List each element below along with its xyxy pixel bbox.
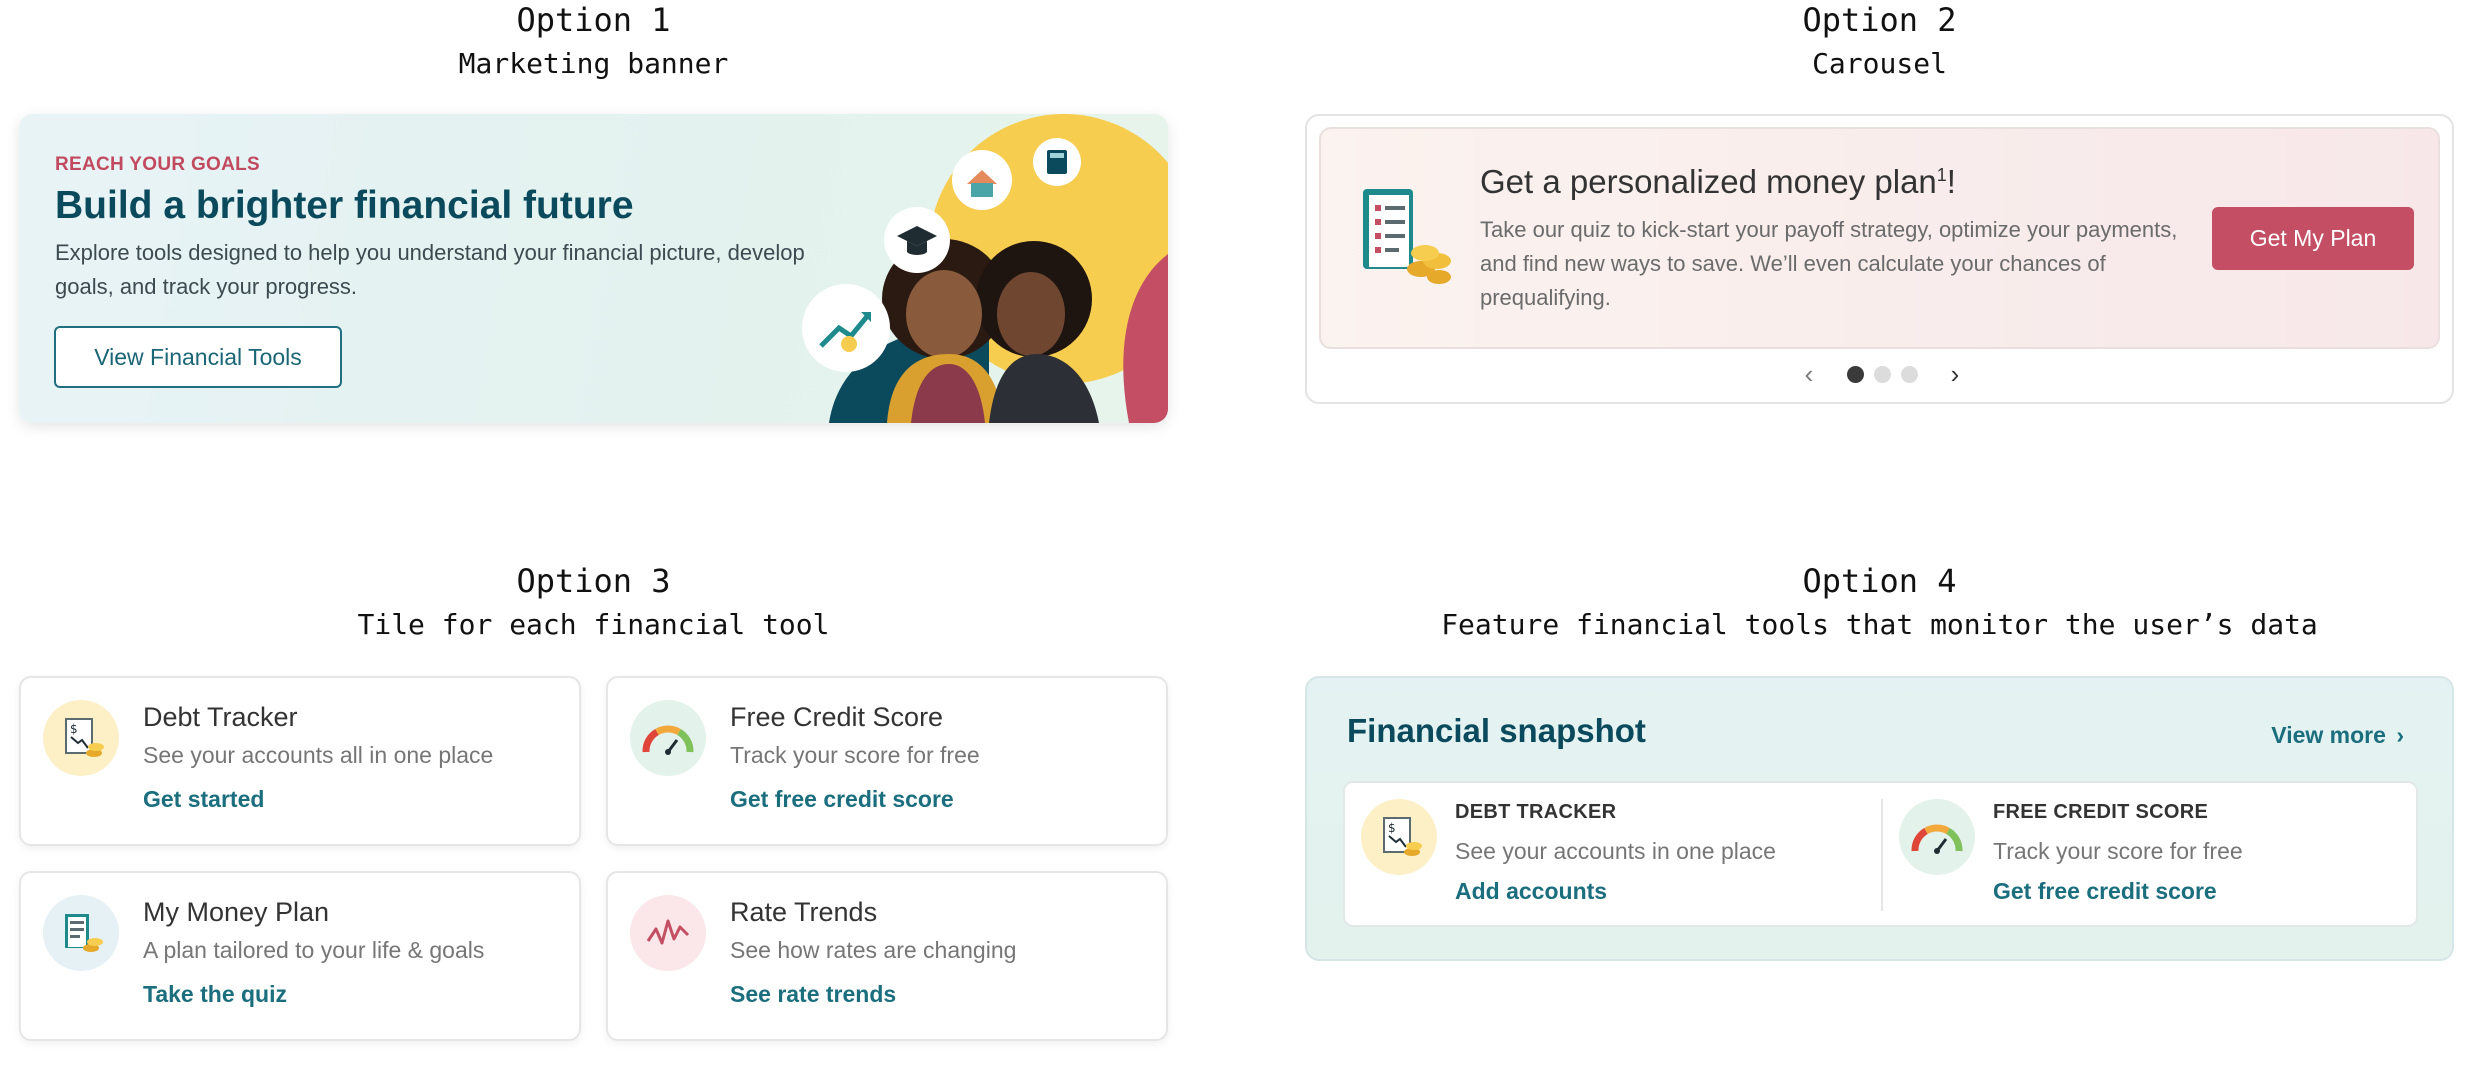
- carousel-pager: ‹ ›: [1797, 356, 1967, 392]
- see-rate-trends-link[interactable]: See rate trends: [730, 981, 896, 1008]
- slide-title: Get a personalized money plan1!: [1480, 163, 1956, 201]
- svg-text:$: $: [1388, 821, 1396, 835]
- rate-trends-icon: [630, 895, 706, 971]
- option2-heading: Option 2: [1802, 1, 1957, 39]
- tile-subtitle: See how rates are changing: [730, 937, 1017, 963]
- snapshot-item-subtitle: Track your score for free: [1993, 838, 2243, 864]
- chevron-right-icon[interactable]: ›: [1943, 359, 1967, 390]
- pager-dot-1[interactable]: [1846, 365, 1864, 383]
- tile-title: My Money Plan: [143, 897, 330, 927]
- slide-title-suffix: !: [1946, 163, 1956, 200]
- get-free-credit-score-link[interactable]: Get free credit score: [1993, 878, 2217, 905]
- chevron-left-icon[interactable]: ‹: [1797, 359, 1821, 390]
- credit-gauge-icon: [630, 700, 706, 776]
- calculator-icon: [1033, 138, 1081, 186]
- snapshot-debt-tracker: $ DEBT TRACKER See your accounts in one …: [1345, 783, 1865, 929]
- credit-gauge-icon: [1899, 799, 1975, 875]
- add-accounts-link[interactable]: Add accounts: [1455, 878, 1607, 905]
- get-free-credit-score-link[interactable]: Get free credit score: [730, 786, 954, 813]
- pager-dots: [1846, 365, 1918, 383]
- slide-title-text: Get a personalized money plan: [1480, 163, 1937, 200]
- slide-body: Take our quiz to kick-start your payoff …: [1480, 217, 2178, 310]
- growth-chart-icon: [802, 284, 890, 372]
- option1-heading: Option 1: [516, 1, 671, 39]
- house-icon: [952, 150, 1012, 210]
- carousel-slide: Get a personalized money plan1! Take our…: [1319, 127, 2440, 349]
- money-plan-icon: [1363, 189, 1451, 284]
- tile-rate-trends[interactable]: Rate Trends See how rates are changing S…: [606, 871, 1168, 1041]
- graduation-cap-icon: [884, 207, 950, 273]
- option4-subheading: Feature financial tools that monitor the…: [1441, 608, 2318, 641]
- banner-headline: Build a brighter financial future: [55, 184, 634, 227]
- tile-free-credit-score[interactable]: Free Credit Score Track your score for f…: [606, 676, 1168, 846]
- money-plan-icon: [43, 895, 119, 971]
- view-more-link[interactable]: View more ›: [2271, 722, 2404, 749]
- option3-header: Option 3 Tile for each financial tool: [19, 561, 1168, 643]
- snapshot-item-heading: DEBT TRACKER: [1455, 801, 1617, 823]
- snapshot-tools: $ DEBT TRACKER See your accounts in one …: [1343, 781, 2418, 927]
- option2-header: Option 2 Carousel: [1305, 0, 2454, 82]
- tile-title: Free Credit Score: [730, 702, 944, 732]
- slide-title-footnote: 1: [1936, 165, 1947, 185]
- snapshot-title: Financial snapshot: [1347, 712, 1646, 749]
- view-more-label: View more: [2271, 722, 2386, 748]
- option3-subheading: Tile for each financial tool: [357, 608, 830, 641]
- snapshot-item-heading: FREE CREDIT SCORE: [1993, 801, 2209, 823]
- banner-illustration: [802, 114, 1168, 423]
- tile-title: Rate Trends: [730, 897, 878, 927]
- tile-subtitle: A plan tailored to your life & goals: [143, 937, 485, 963]
- option4-header: Option 4 Feature financial tools that mo…: [1305, 561, 2454, 643]
- svg-text:$: $: [70, 722, 78, 736]
- banner-eyebrow: REACH YOUR GOALS: [55, 154, 261, 175]
- snapshot-item-subtitle: See your accounts in one place: [1455, 838, 1776, 864]
- pager-dot-2[interactable]: [1873, 365, 1891, 383]
- marketing-banner: REACH YOUR GOALS Build a brighter financ…: [19, 114, 1168, 423]
- option1-header: Option 1 Marketing banner: [19, 0, 1168, 82]
- debt-tracker-icon: $: [43, 700, 119, 776]
- option1-subheading: Marketing banner: [458, 47, 729, 80]
- money-plan-carousel: Get a personalized money plan1! Take our…: [1305, 114, 2454, 404]
- take-the-quiz-link[interactable]: Take the quiz: [143, 981, 287, 1008]
- tile-my-money-plan[interactable]: My Money Plan A plan tailored to your li…: [19, 871, 581, 1041]
- view-financial-tools-button[interactable]: View Financial Tools: [54, 326, 342, 388]
- tile-subtitle: See your accounts all in one place: [143, 742, 494, 768]
- debt-tracker-icon: $: [1361, 799, 1437, 875]
- tile-debt-tracker[interactable]: $ Debt Tracker See your accounts all in …: [19, 676, 581, 846]
- get-my-plan-button[interactable]: Get My Plan: [2212, 207, 2414, 270]
- pager-dot-3[interactable]: [1900, 365, 1918, 383]
- option2-subheading: Carousel: [1812, 47, 1947, 80]
- snapshot-free-credit-score: FREE CREDIT SCORE Track your score for f…: [1883, 783, 2403, 929]
- chevron-right-icon: ›: [2396, 722, 2404, 748]
- tile-title: Debt Tracker: [143, 702, 298, 732]
- get-started-link[interactable]: Get started: [143, 786, 264, 813]
- financial-snapshot-card: Financial snapshot View more › $ DEBT TR…: [1305, 676, 2454, 961]
- option4-heading: Option 4: [1802, 562, 1957, 600]
- tile-subtitle: Track your score for free: [730, 742, 980, 768]
- banner-description: Explore tools designed to help you under…: [55, 240, 805, 299]
- option3-heading: Option 3: [516, 562, 671, 600]
